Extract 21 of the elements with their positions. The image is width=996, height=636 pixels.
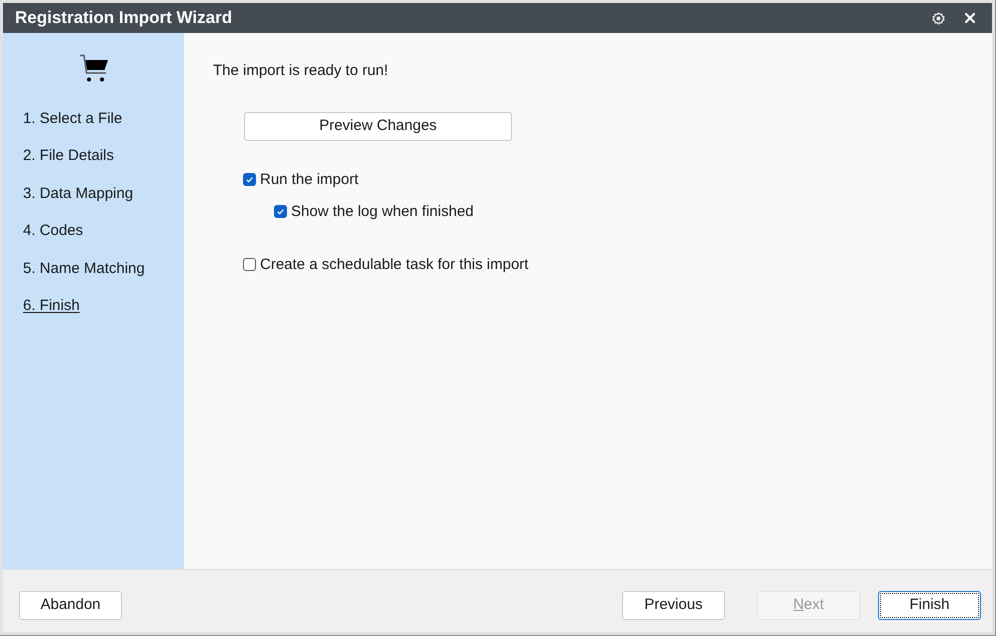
checkbox-label[interactable]: Run the import: [260, 170, 358, 188]
wizard-step-link[interactable]: 6. Finish: [23, 297, 80, 316]
wizard-button[interactable]: Abandon: [19, 591, 122, 620]
close-icon[interactable]: [965, 13, 975, 23]
status-message: The import is ready to run!: [213, 62, 388, 80]
window-title: Registration Import Wizard: [15, 8, 232, 28]
settings-icon[interactable]: [932, 12, 945, 24]
checkbox[interactable]: [274, 205, 287, 218]
wizard-step-link[interactable]: 2. File Details: [23, 147, 114, 166]
shopping-cart-icon: [78, 53, 108, 83]
wizard-button[interactable]: Finish: [878, 591, 981, 620]
wizard-button[interactable]: Previous: [622, 591, 725, 620]
checkbox[interactable]: [243, 173, 256, 186]
checkbox[interactable]: [243, 258, 256, 271]
preview-changes-button[interactable]: Preview Changes: [244, 112, 512, 140]
wizard-step-link[interactable]: 3. Data Mapping: [23, 184, 134, 203]
wizard-step-link[interactable]: 1. Select a File: [23, 110, 122, 128]
wizard-step-link[interactable]: 5. Name Matching: [23, 260, 145, 278]
wizard-step-link[interactable]: 4. Codes: [23, 222, 84, 240]
checkbox-label[interactable]: Show the log when finished: [291, 202, 474, 220]
checkbox-label[interactable]: Create a schedulable task for this import: [260, 256, 528, 274]
